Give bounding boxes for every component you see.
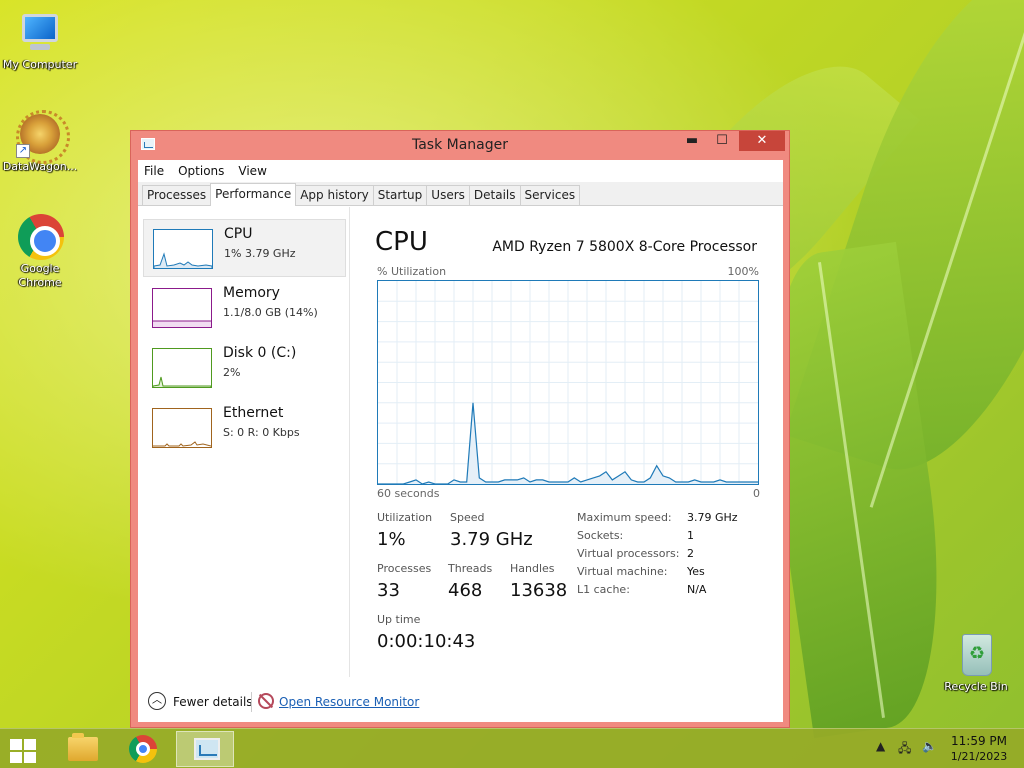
performance-content: CPU 1% 3.79 GHz Memory 1.1/8.0 GB (14%) … [138, 207, 783, 722]
task-manager-icon [194, 738, 220, 760]
title-bar[interactable]: Task Manager ▬ ☐ ✕ [131, 131, 789, 159]
close-button[interactable]: ✕ [739, 131, 785, 151]
task-manager-window: Task Manager ▬ ☐ ✕ File Options View Pro… [130, 130, 790, 728]
cpu-utilization-graph [377, 280, 759, 485]
cpu-utilization-chart [378, 281, 758, 485]
resource-item-disk[interactable]: Disk 0 (C:) 2% [143, 339, 346, 397]
start-button[interactable] [8, 737, 38, 763]
chrome-icon [16, 214, 64, 260]
menu-file[interactable]: File [144, 164, 164, 178]
uptime-label: Up time [377, 613, 421, 626]
resource-name: Ethernet [223, 405, 284, 421]
resource-name: Disk 0 (C:) [223, 345, 297, 361]
resource-monitor-icon [258, 693, 274, 709]
fewer-details-link[interactable]: Fewer details [173, 695, 253, 709]
spec-sockets-value: 1 [687, 529, 694, 542]
cpu-model-name: AMD Ryzen 7 5800X 8-Core Processor [492, 239, 757, 255]
spec-virtual-machine-value: Yes [687, 565, 705, 578]
tab-processes[interactable]: Processes [142, 185, 212, 205]
menu-bar: File Options View [138, 160, 783, 182]
show-hidden-icons-button[interactable]: ▲ [876, 739, 885, 753]
disk-thumbnail-graph [152, 348, 212, 388]
network-icon[interactable]: 🖧 [898, 739, 911, 760]
volume-icon[interactable]: 🔈 [922, 739, 937, 753]
tab-details[interactable]: Details [468, 185, 521, 205]
desktop-icon-label: Recycle Bin [944, 680, 1008, 693]
folder-icon [68, 733, 98, 761]
resource-detail: 2% [223, 366, 241, 379]
window-client-area: File Options View Processes Performance … [138, 160, 783, 722]
utilization-label: Utilization [377, 511, 433, 524]
desktop-icon-label: My Computer [2, 58, 78, 71]
cpu-thumbnail-graph [153, 229, 213, 269]
tab-users[interactable]: Users [426, 185, 470, 205]
desktop-icon-datawagon[interactable]: ↗ DataWagon... [0, 110, 80, 174]
resource-item-memory[interactable]: Memory 1.1/8.0 GB (14%) [143, 279, 346, 337]
clock-time: 11:59 PM [951, 734, 1007, 748]
processes-value: 33 [377, 580, 400, 601]
memory-thumbnail-graph [152, 288, 212, 328]
spec-max-speed-label: Maximum speed: [577, 511, 672, 524]
minimize-button[interactable]: ▬ [679, 131, 705, 151]
processes-label: Processes [377, 562, 432, 575]
tab-startup[interactable]: Startup [372, 185, 428, 205]
desktop-icon-my-computer[interactable]: My Computer [0, 10, 80, 72]
desktop-icon-google-chrome[interactable]: Google Chrome [0, 214, 80, 290]
spec-l1-cache-label: L1 cache: [577, 583, 630, 596]
desktop-icon-label: Google Chrome [18, 262, 62, 289]
tab-services[interactable]: Services [519, 185, 581, 205]
tab-strip: Processes Performance App history Startu… [138, 182, 783, 206]
handles-label: Handles [510, 562, 555, 575]
threads-label: Threads [448, 562, 493, 575]
chrome-icon [129, 735, 157, 763]
cpu-heading: CPU [375, 227, 428, 257]
utilization-value: 1% [377, 529, 406, 550]
resource-list: CPU 1% 3.79 GHz Memory 1.1/8.0 GB (14%) … [138, 207, 350, 677]
spec-max-speed-value: 3.79 GHz [687, 511, 738, 524]
spec-l1-cache-value: N/A [687, 583, 707, 596]
resource-detail: S: 0 R: 0 Kbps [223, 426, 300, 439]
spec-virtual-processors-value: 2 [687, 547, 694, 560]
ethernet-thumbnail-graph [152, 408, 212, 448]
handles-value: 13638 [510, 580, 568, 601]
tab-performance[interactable]: Performance [210, 183, 297, 206]
resource-detail: 1% 3.79 GHz [224, 247, 296, 260]
threads-value: 468 [448, 580, 483, 601]
resource-detail: 1.1/8.0 GB (14%) [223, 306, 318, 319]
resource-name: Memory [223, 285, 280, 301]
speed-label: Speed [450, 511, 485, 524]
chevron-up-icon[interactable]: ︿ [148, 692, 166, 710]
graph-y-max-label: 100% [727, 265, 759, 278]
graph-time-now-label: 0 [753, 487, 760, 500]
datawagon-icon: ↗ [16, 110, 70, 164]
uptime-value: 0:00:10:43 [377, 631, 476, 652]
clock-date: 1/21/2023 [950, 750, 1008, 763]
maximize-button[interactable]: ☐ [709, 131, 735, 151]
menu-view[interactable]: View [238, 164, 266, 178]
footer-bar: ︿ Fewer details Open Resource Monitor [138, 682, 783, 722]
taskbar: ▲ 🖧 🔈 11:59 PM 1/21/2023 [0, 728, 1024, 768]
tab-app-history[interactable]: App history [295, 185, 374, 205]
open-resource-monitor-link[interactable]: Open Resource Monitor [279, 695, 419, 709]
recycle-bin-icon [952, 632, 1000, 678]
system-clock[interactable]: 11:59 PM 1/21/2023 [944, 734, 1014, 763]
cpu-detail-pane: CPU AMD Ryzen 7 5800X 8-Core Processor %… [358, 207, 783, 677]
spec-virtual-machine-label: Virtual machine: [577, 565, 668, 578]
taskbar-file-explorer[interactable] [52, 731, 110, 767]
resource-name: CPU [224, 226, 253, 242]
footer-divider [251, 692, 252, 712]
computer-icon [16, 10, 64, 56]
resource-item-ethernet[interactable]: Ethernet S: 0 R: 0 Kbps [143, 399, 346, 457]
desktop-icon-recycle-bin[interactable]: Recycle Bin [936, 632, 1016, 694]
spec-sockets-label: Sockets: [577, 529, 624, 542]
taskbar-task-manager[interactable] [176, 731, 234, 767]
graph-time-span-label: 60 seconds [377, 487, 440, 500]
graph-y-label: % Utilization [377, 265, 447, 278]
spec-virtual-processors-label: Virtual processors: [577, 547, 680, 560]
speed-value: 3.79 GHz [450, 529, 533, 550]
menu-options[interactable]: Options [178, 164, 224, 178]
resource-item-cpu[interactable]: CPU 1% 3.79 GHz [143, 219, 346, 277]
shortcut-arrow-icon: ↗ [16, 144, 30, 158]
taskbar-google-chrome[interactable] [114, 731, 172, 767]
